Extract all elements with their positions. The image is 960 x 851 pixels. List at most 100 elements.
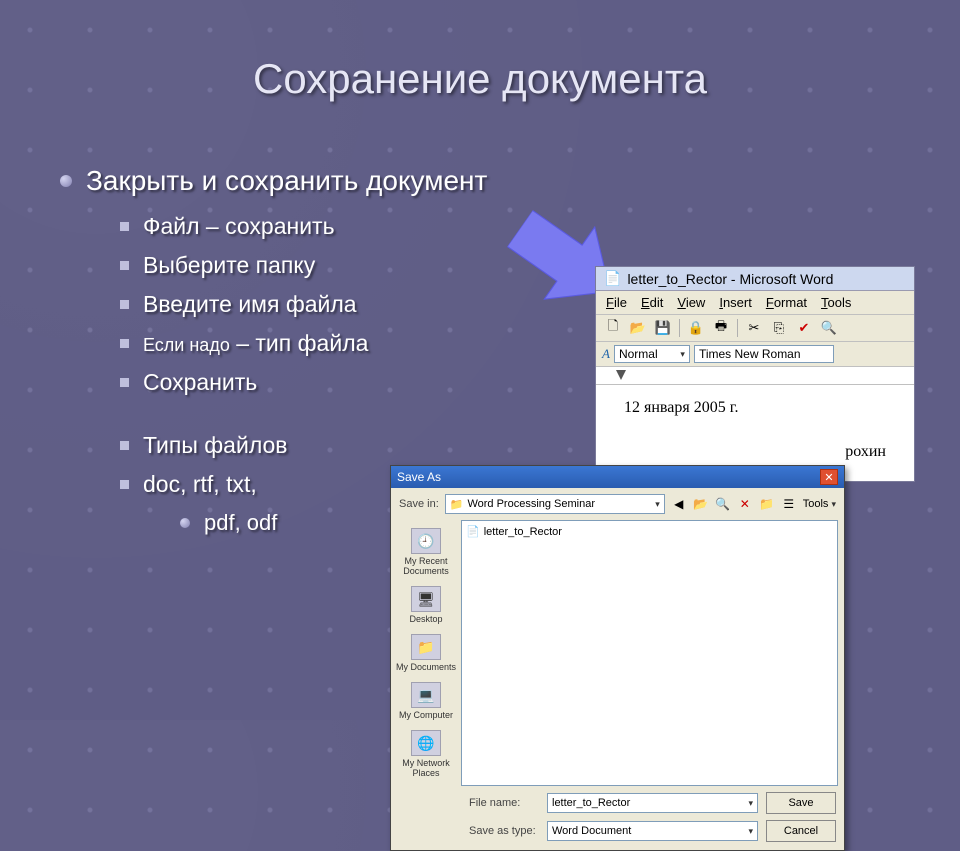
menu-tools[interactable]: Tools [821,295,851,310]
close-icon[interactable]: ✕ [820,469,838,485]
research-icon[interactable]: 🔍 [818,318,840,338]
views-icon[interactable]: ☰ [781,496,797,512]
bullet-sub-rest: – тип файла [230,330,369,356]
list-item[interactable]: 📄 letter_to_Rector [466,525,833,538]
search-icon[interactable]: 🔍 [715,496,731,512]
save-button[interactable]: Save [766,792,836,814]
cut-icon[interactable]: ✂ [743,318,765,338]
recent-icon: 🕘 [411,528,441,554]
bullet-sub: Типы файлов [120,432,487,459]
bullet-main-text: Закрыть и сохранить документ [86,165,487,197]
style-value: Normal [619,347,658,361]
square-icon [120,300,129,309]
doc-date: 12 января 2005 г. [624,399,886,417]
bullet-subsub-text: pdf, odf [204,510,277,536]
print-icon[interactable]: 🖶 [710,318,732,338]
dialog-titlebar: Save As ✕ [391,466,844,488]
place-mydocs[interactable]: 📁My Documents [393,630,459,676]
bullet-sub-text: Файл – сохранить [143,213,335,240]
doc-name: рохин [624,443,886,461]
word-menubar: File Edit View Insert Format Tools [596,291,914,315]
menu-edit[interactable]: Edit [641,295,663,310]
square-icon [120,339,129,348]
square-icon [120,261,129,270]
chevron-down-icon: ▾ [655,499,660,510]
menu-format[interactable]: Format [766,295,807,310]
tools-menu[interactable]: Tools ▾ [803,498,836,510]
menu-file[interactable]: File [606,295,627,310]
place-network[interactable]: 🌐My Network Places [393,726,459,782]
word-titlebar: 📄 letter_to_Rector - Microsoft Word [596,267,914,291]
bullet-sub-text: Если надо – тип файла [143,330,368,357]
savein-value: Word Processing Seminar [467,498,651,510]
chevron-down-icon: ▾ [748,826,753,837]
place-mycomputer[interactable]: 💻My Computer [393,678,459,724]
dialog-bottom: File name: letter_to_Rector▾ Save Save a… [391,786,844,850]
style-dropdown[interactable]: Normal▾ [614,345,690,363]
slide-title: Сохранение документа [0,0,960,103]
bullet-sub-text: Типы файлов [143,432,288,459]
bullet-sub: Файл – сохранить [120,213,487,240]
bullet-sub: Сохранить [120,369,487,396]
square-icon [120,222,129,231]
save-icon[interactable]: 💾 [652,318,674,338]
separator [679,319,680,337]
newfolder-icon[interactable]: 📁 [759,496,775,512]
savein-dropdown[interactable]: 📁 Word Processing Seminar ▾ [445,494,665,514]
bullet-sub-text: Выберите папку [143,252,315,279]
spell-icon[interactable]: ✔ [793,318,815,338]
bullet-sub-text: Сохранить [143,369,257,396]
square-icon [120,441,129,450]
computer-icon: 💻 [411,682,441,708]
desktop-icon: 🖥 [411,586,441,612]
font-value: Times New Roman [699,347,801,361]
bullet-icon [180,518,190,528]
place-label: Desktop [409,614,442,624]
word-doc-icon: 📄 [466,525,480,538]
word-toolbar: 🗋 📂 💾 🔒 🖶 ✂ ⎘ ✔ 🔍 [596,315,914,342]
filename-value: letter_to_Rector [552,797,630,809]
cancel-button[interactable]: Cancel [766,820,836,842]
places-bar: 🕘My Recent Documents 🖥 Desktop 📁My Docume… [391,520,461,786]
ruler[interactable] [596,367,914,385]
place-recent[interactable]: 🕘My Recent Documents [393,524,459,580]
word-doc-icon: 📄 [604,270,621,287]
list-item-label: letter_to_Rector [484,526,562,538]
tools-label: Tools [803,498,829,510]
network-icon: 🌐 [411,730,441,756]
savetype-value: Word Document [552,825,631,837]
up-icon[interactable]: 📂 [693,496,709,512]
word-title-text: letter_to_Rector - Microsoft Word [627,271,833,287]
square-icon [120,480,129,489]
savetype-dropdown[interactable]: Word Document ▾ [547,821,758,841]
font-dropdown[interactable]: Times New Roman [694,345,834,363]
permission-icon[interactable]: 🔒 [685,318,707,338]
new-icon[interactable]: 🗋 [602,318,624,338]
copy-icon[interactable]: ⎘ [768,318,790,338]
bullet-sub-lead: Если надо [143,335,230,355]
menu-insert[interactable]: Insert [719,295,752,310]
menu-view[interactable]: View [677,295,705,310]
filename-input[interactable]: letter_to_Rector▾ [547,793,758,813]
place-label: My Network Places [402,758,450,778]
folder-icon: 📁 [450,498,464,511]
place-desktop[interactable]: 🖥 Desktop [393,582,459,628]
savetype-label: Save as type: [469,825,539,837]
open-icon[interactable]: 📂 [627,318,649,338]
bullet-sub: Если надо – тип файла [120,330,487,357]
bullet-sub-text: Введите имя файла [143,291,357,318]
delete-icon[interactable]: ✕ [737,496,753,512]
dialog-toolbar: Save in: 📁 Word Processing Seminar ▾ ◀ 📂… [391,488,844,520]
savein-label: Save in: [399,498,439,510]
square-icon [120,378,129,387]
back-icon[interactable]: ◀ [671,496,687,512]
filename-label: File name: [469,797,539,809]
place-label: My Recent Documents [403,556,449,576]
bullet-icon [60,175,72,187]
bullet-sub: Введите имя файла [120,291,487,318]
style-a-icon[interactable]: A [602,346,610,362]
save-as-dialog: Save As ✕ Save in: 📁 Word Processing Sem… [390,465,845,851]
dialog-title: Save As [397,470,441,484]
file-list[interactable]: 📄 letter_to_Rector [461,520,838,786]
word-format-bar: A Normal▾ Times New Roman [596,342,914,367]
